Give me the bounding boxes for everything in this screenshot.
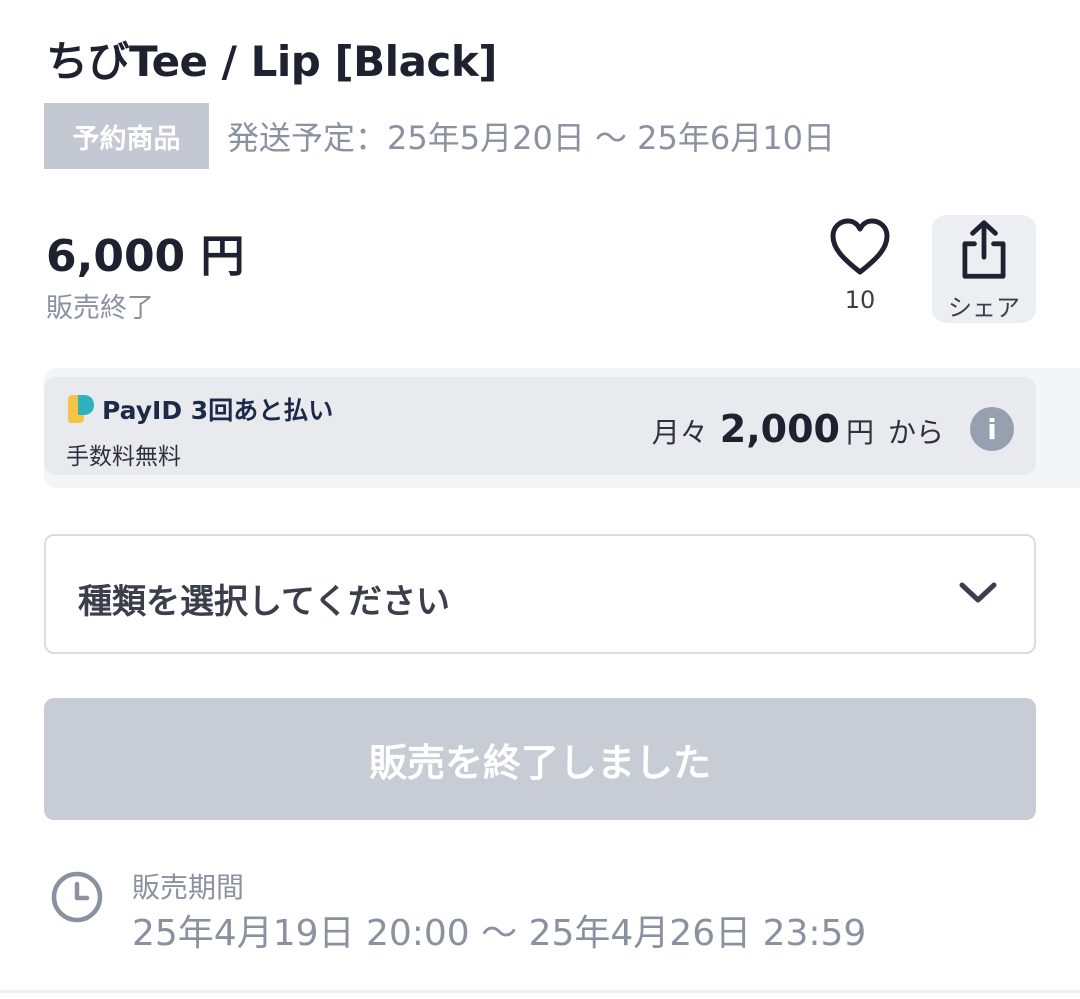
shipping-schedule: 発送予定：25年5月20日 〜 25年6月10日 [227, 119, 835, 157]
divider [0, 990, 1080, 993]
payid-logo-icon [68, 395, 94, 423]
share-label: シェア [948, 294, 1020, 322]
payid-logo-row: PayID 3回あと払い [66, 391, 333, 427]
monthly-suffix: から [887, 416, 944, 449]
product-title: ちびTee / Lip [Black] [46, 37, 497, 86]
preorder-row: 予約商品 発送予定：25年5月20日 〜 25年6月10日 [44, 103, 835, 169]
clock-icon [51, 871, 103, 923]
monthly-currency: 円 [845, 416, 874, 449]
payid-installment-card[interactable]: PayID 3回あと払い 手数料無料 月々 2,000 円 から i [44, 377, 1036, 475]
sold-out-button[interactable]: 販売を終了しました [44, 698, 1036, 820]
heart-icon [830, 218, 890, 275]
share-icon [962, 220, 1006, 279]
preorder-badge: 予約商品 [44, 103, 209, 169]
payid-logo-text: PayID 3回あと払い [102, 396, 334, 425]
monthly-prefix: 月々 [651, 416, 708, 449]
monthly-amount: 2,000 [719, 407, 840, 451]
product-price: 6,000 円 [46, 231, 245, 282]
share-button[interactable]: シェア [932, 215, 1036, 323]
variant-select-placeholder: 種類を選択してください [78, 582, 450, 622]
product-detail-page: ちびTee / Lip [Black] 予約商品 発送予定：25年5月20日 〜… [0, 0, 1080, 999]
payid-monthly-amount: 月々 2,000 円 から [652, 407, 944, 451]
info-icon[interactable]: i [970, 407, 1014, 451]
sales-status: 販売終了 [46, 293, 154, 324]
like-button[interactable]: 10 [820, 218, 900, 322]
variant-select[interactable]: 種類を選択してください [44, 534, 1036, 654]
chevron-down-icon [959, 582, 997, 603]
payid-fee-text: 手数料無料 [66, 444, 181, 470]
sales-period-value: 25年4月19日 20:00 〜 25年4月26日 23:59 [132, 913, 867, 954]
like-count: 10 [844, 286, 876, 314]
sales-period-label: 販売期間 [132, 871, 245, 904]
